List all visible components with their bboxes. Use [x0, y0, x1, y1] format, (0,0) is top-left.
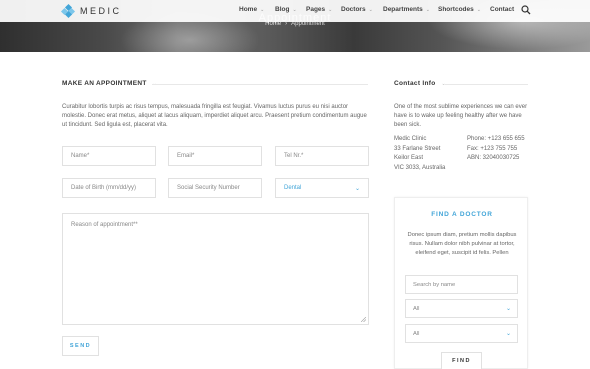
find-button[interactable]: FIND: [441, 352, 482, 369]
doctor-filter-select-2[interactable]: All ⌄: [405, 324, 518, 343]
nav-departments[interactable]: Departments ⌄: [383, 6, 430, 13]
logo-text: MEDIC: [80, 6, 122, 16]
chevron-down-icon: ⌄: [292, 6, 297, 13]
nav-shortcodes[interactable]: Shortcodes ⌄: [438, 6, 481, 13]
contact-intro: One of the most sublime experiences we c…: [394, 104, 528, 128]
nav-home-label: Home: [239, 6, 258, 13]
doctor-search-placeholder: Search by name: [413, 281, 456, 288]
address-line: Medic Clinic: [394, 136, 427, 142]
chevron-down-icon: ⌄: [368, 6, 373, 13]
contact-heading-text: Contact Info: [394, 80, 436, 87]
appointment-heading-text: MAKE AN APPOINTMENT: [62, 80, 147, 87]
contact-address: Medic Clinic 33 Farlane Street Keilor Ea…: [394, 135, 474, 173]
chevron-down-icon: ⌄: [425, 6, 430, 13]
address-line: 33 Farlane Street: [394, 145, 441, 152]
fax-line: Fax: +123 755 755: [467, 145, 518, 152]
nav-doctors[interactable]: Doctors ⌄: [341, 6, 373, 13]
reason-placeholder: Reason of appointment**: [71, 222, 138, 228]
find-doctor-title: FIND A DOCTOR: [431, 211, 493, 218]
resize-handle-icon[interactable]: [361, 317, 366, 322]
contact-phones: Phone: +123 655 655 Fax: +123 755 755 AB…: [467, 135, 529, 164]
doctor-filter-value-1: All: [413, 305, 420, 312]
nav-blog[interactable]: Blog ⌄: [275, 6, 297, 13]
nav-shortcodes-label: Shortcodes: [438, 6, 474, 13]
phone-line: Phone: +123 655 655: [467, 136, 525, 142]
nav-pages[interactable]: Pages ⌄: [306, 6, 332, 13]
nav-contact[interactable]: Contact: [490, 6, 514, 13]
address-line: VIC 3033, Australia: [394, 164, 446, 171]
nav-blog-label: Blog: [275, 6, 290, 13]
doctor-filter-select-1[interactable]: All ⌄: [405, 299, 518, 318]
department-select-value: Dental: [284, 185, 302, 191]
doctor-filter-value-2: All: [413, 330, 420, 337]
doctor-search-input[interactable]: Search by name: [405, 275, 518, 294]
chevron-down-icon: ⌄: [260, 6, 265, 13]
abn-line: ABN: 32040030725: [467, 155, 520, 161]
divider: [152, 84, 368, 85]
logo-cross-icon: [60, 3, 76, 19]
dob-field[interactable]: Date of Birth (mm/dd/yy): [62, 178, 156, 198]
tel-field[interactable]: Tel Nr.*: [275, 146, 369, 166]
nav-departments-label: Departments: [383, 6, 423, 13]
email-field[interactable]: Email*: [168, 146, 262, 166]
nav-pages-label: Pages: [306, 6, 326, 13]
reason-textarea[interactable]: Reason of appointment**: [62, 213, 369, 325]
find-doctor-text: Donec ipsum diam, pretium mollis dapibus…: [407, 232, 517, 256]
find-doctor-card: FIND A DOCTOR Donec ipsum diam, pretium …: [394, 197, 528, 369]
nav-doctors-label: Doctors: [341, 6, 366, 13]
nav-contact-label: Contact: [490, 6, 515, 13]
send-button[interactable]: SEND: [62, 336, 99, 356]
chevron-down-icon: ⌄: [328, 6, 333, 13]
contact-heading: Contact Info ⌄: [394, 80, 446, 87]
appointment-heading: MAKE AN APPOINTMENT⌄: [62, 80, 157, 87]
chevron-down-icon: ⌄: [476, 6, 481, 13]
address-line: Keilor East: [394, 155, 424, 161]
logo[interactable]: MEDIC: [60, 3, 122, 19]
chevron-down-icon: ⌄: [354, 185, 360, 192]
search-icon[interactable]: [521, 5, 531, 15]
name-field[interactable]: Name*: [62, 146, 156, 166]
department-select[interactable]: Dental ⌄: [275, 178, 369, 198]
nav-home[interactable]: Home ⌄: [239, 6, 264, 13]
navbar: MEDIC Home ⌄ Blog ⌄ Pages ⌄ Doctors ⌄ Depart…: [0, 0, 590, 22]
chevron-down-icon: ⌄: [505, 306, 511, 312]
divider: [445, 84, 528, 85]
appointment-intro: Curabitur lobortis turpis ac risus tempu…: [62, 104, 367, 128]
chevron-down-icon: ⌄: [505, 331, 511, 337]
ssn-field[interactable]: Social Security Number: [168, 178, 262, 198]
